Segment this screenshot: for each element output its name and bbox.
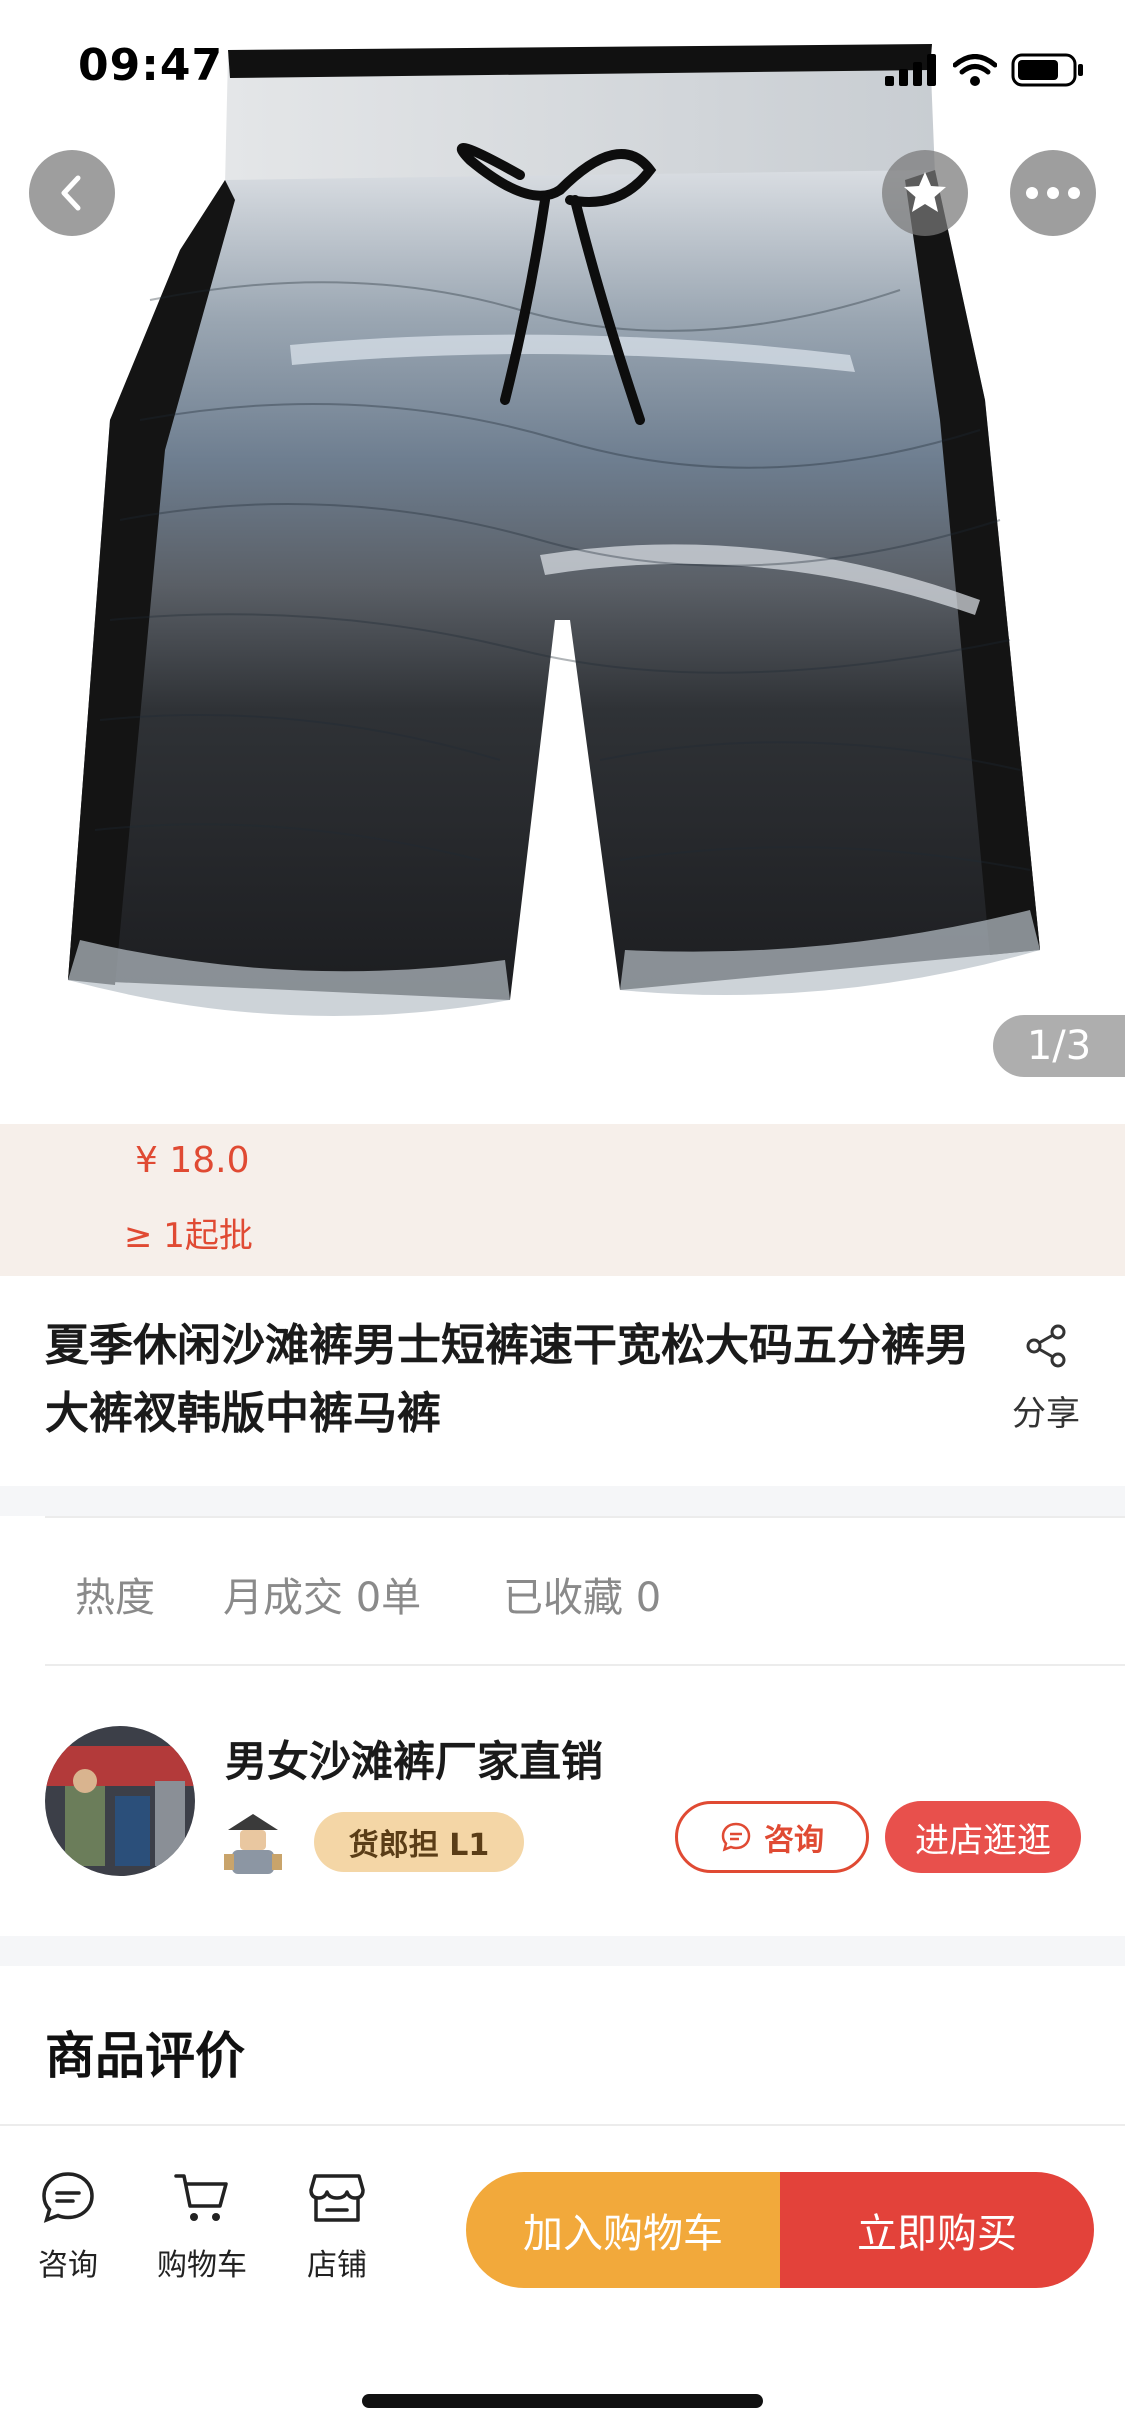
status-bar: 09:47 bbox=[0, 0, 1125, 135]
shop-consult-button[interactable]: 咨询 bbox=[675, 1801, 869, 1873]
share-icon bbox=[1026, 1324, 1066, 1368]
reviews-title: 商品评价 bbox=[45, 2027, 245, 2085]
back-button[interactable] bbox=[29, 150, 115, 236]
divider bbox=[45, 1664, 1125, 1666]
tab-consult[interactable]: 咨询 bbox=[13, 2168, 123, 2284]
section-divider bbox=[0, 1486, 1125, 1516]
battery-icon bbox=[1011, 53, 1083, 87]
shop-name[interactable]: 男女沙滩裤厂家直销 bbox=[225, 1728, 603, 1789]
share-label: 分享 bbox=[1012, 1394, 1080, 1434]
section-divider bbox=[0, 1936, 1125, 1966]
wifi-icon bbox=[953, 54, 997, 86]
shop-consult-label: 咨询 bbox=[764, 1823, 824, 1858]
product-detail-page: 09:47 1/3 ¥ 18.0 ≥ 1起批 夏季休闲沙滩裤男士短裤速干宽松大码… bbox=[0, 0, 1125, 2436]
tab-label: 店铺 bbox=[307, 2248, 367, 2283]
price-value: ¥ 18.0 bbox=[135, 1140, 250, 1181]
tab-shop[interactable]: 店铺 bbox=[282, 2168, 392, 2284]
store-icon bbox=[309, 2174, 365, 2222]
shop-avatar[interactable] bbox=[45, 1726, 195, 1876]
product-title: 夏季休闲沙滩裤男士短裤速干宽松大码五分裤男大裤衩韩版中裤马裤 bbox=[45, 1320, 969, 1439]
chevron-left-icon bbox=[61, 175, 81, 211]
cart-icon bbox=[174, 2174, 228, 2221]
divider bbox=[45, 1516, 1125, 1518]
more-button[interactable] bbox=[1010, 150, 1096, 236]
heat-label: 热度 bbox=[75, 1575, 155, 1621]
seller-avatar-icon bbox=[224, 1814, 282, 1874]
visit-shop-button[interactable]: 进店逛逛 bbox=[885, 1801, 1081, 1873]
more-dots-icon bbox=[1026, 187, 1080, 199]
share-button[interactable]: 分享 bbox=[1006, 1322, 1086, 1435]
status-icons bbox=[885, 50, 1085, 90]
favorites-count: 已收藏 0 bbox=[503, 1575, 662, 1621]
monthly-sales: 月成交 0单 bbox=[223, 1575, 422, 1621]
tab-label: 购物车 bbox=[157, 2248, 247, 2283]
favorite-button[interactable] bbox=[882, 150, 968, 236]
chat-icon bbox=[42, 2172, 94, 2223]
signal-icon bbox=[885, 54, 936, 86]
status-time: 09:47 bbox=[78, 40, 224, 91]
star-icon bbox=[904, 172, 946, 212]
image-counter: 1/3 bbox=[993, 1015, 1125, 1077]
buy-now-button[interactable]: 立即购买 bbox=[780, 2172, 1094, 2288]
shop-photo bbox=[45, 1726, 195, 1876]
seller-level-badge: 货郎担 L1 bbox=[314, 1812, 524, 1872]
home-indicator[interactable] bbox=[362, 2394, 763, 2408]
tab-cart[interactable]: 购物车 bbox=[147, 2168, 257, 2284]
tab-label: 咨询 bbox=[38, 2248, 98, 2283]
min-order: ≥ 1起批 bbox=[124, 1216, 253, 1256]
add-to-cart-button[interactable]: 加入购物车 bbox=[466, 2172, 780, 2288]
chat-icon bbox=[721, 1822, 751, 1852]
